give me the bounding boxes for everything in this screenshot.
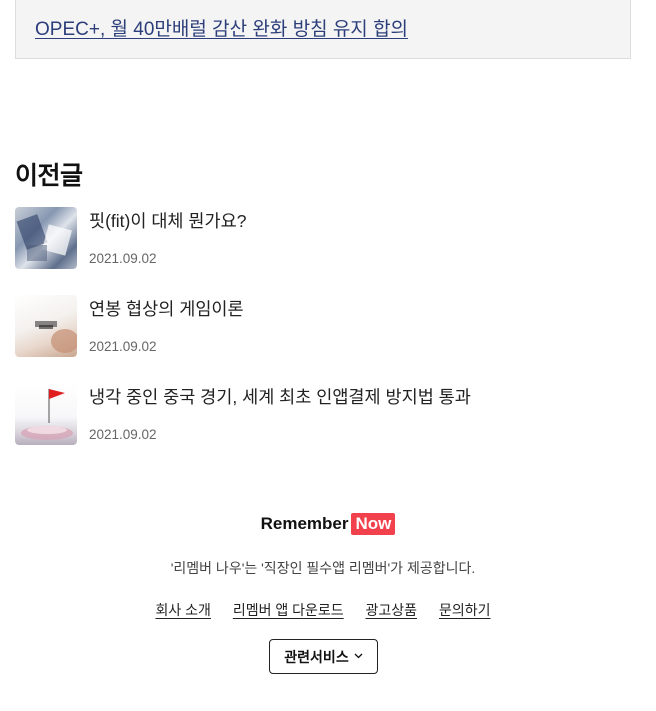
post-thumbnail[interactable] — [15, 383, 77, 445]
list-item[interactable]: 핏(fit)이 대체 뭔가요? 2021.09.02 — [15, 207, 635, 269]
footer-link-ads[interactable]: 광고상품 — [366, 602, 418, 618]
list-item[interactable]: 연봉 협상의 게임이론 2021.09.02 — [15, 295, 635, 357]
post-title[interactable]: 냉각 중인 중국 경기, 세계 최초 인앱결제 방지법 통과 — [89, 384, 471, 409]
list-item[interactable]: 냉각 중인 중국 경기, 세계 최초 인앱결제 방지법 통과 2021.09.0… — [15, 383, 635, 445]
post-date: 2021.09.02 — [89, 251, 157, 266]
footer-link-contact[interactable]: 문의하기 — [439, 602, 491, 618]
post-title[interactable]: 연봉 협상의 게임이론 — [89, 296, 244, 321]
footer-link-company[interactable]: 회사 소개 — [156, 602, 211, 618]
chevron-down-icon — [354, 651, 363, 662]
related-article-link[interactable]: OPEC+, 월 40만배럴 감산 완화 방침 유지 합의 — [35, 14, 408, 41]
post-date: 2021.09.02 — [89, 427, 157, 442]
related-services-button[interactable]: 관련서비스 — [269, 639, 378, 674]
post-date: 2021.09.02 — [89, 339, 157, 354]
post-thumbnail[interactable] — [15, 207, 77, 269]
remember-now-logo[interactable]: Remember Now — [0, 513, 656, 535]
related-article-box: OPEC+, 월 40만배럴 감산 완화 방침 유지 합의 — [15, 0, 631, 59]
previous-posts-heading: 이전글 — [15, 162, 83, 190]
post-thumbnail[interactable] — [15, 295, 77, 357]
logo-text: Remember — [260, 514, 349, 533]
logo-badge: Now — [351, 513, 396, 535]
footer-link-app-download[interactable]: 리멤버 앱 다운로드 — [233, 602, 344, 618]
related-services-label: 관련서비스 — [284, 648, 349, 665]
footer-description: '리멤버 나우'는 '직장인 필수앱 리멤버'가 제공합니다. — [170, 560, 476, 576]
footer-links: 회사 소개 리멤버 앱 다운로드 광고상품 문의하기 — [0, 600, 646, 620]
post-title[interactable]: 핏(fit)이 대체 뭔가요? — [89, 208, 246, 233]
